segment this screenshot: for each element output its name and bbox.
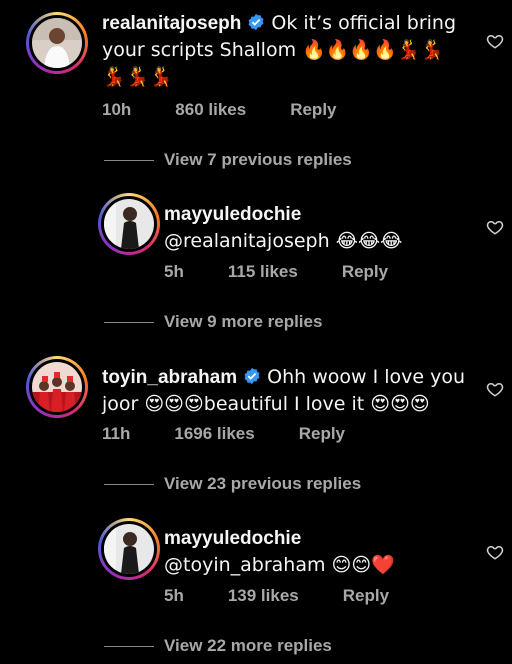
comment-meta: 11h 1696 likes Reply (102, 424, 389, 444)
likes-count[interactable]: 139 likes (228, 586, 299, 606)
reply-button[interactable]: Reply (342, 262, 388, 282)
like-heart-icon[interactable] (486, 380, 504, 398)
likes-count[interactable]: 1696 likes (174, 424, 254, 444)
likes-count[interactable]: 860 likes (175, 100, 246, 120)
view-replies-link[interactable]: View 7 previous replies (104, 150, 352, 170)
comment-time: 5h (164, 586, 184, 605)
comment-text: toyin_abraham Ohh woow I love you joor 😍😍… (102, 364, 482, 418)
avatar[interactable] (98, 193, 160, 255)
comment-time: 5h (164, 262, 184, 281)
like-heart-icon[interactable] (486, 543, 504, 561)
like-heart-icon[interactable] (486, 218, 504, 236)
avatar[interactable] (26, 12, 88, 74)
view-replies-link[interactable]: View 23 previous replies (104, 474, 361, 494)
view-replies-link[interactable]: View 9 more replies (104, 312, 322, 332)
comment-time: 11h (102, 424, 131, 443)
comment-body-line-1: @toyin_abraham 😊😊❤️ (164, 554, 395, 576)
comment-body-line-3: 💃💃💃 (102, 66, 173, 88)
comment-body-line-1: @realanitajoseph 😂😂😂 (164, 230, 403, 252)
reply-button[interactable]: Reply (299, 424, 345, 444)
comment-body-line-1: Ohh woow I love you (267, 366, 466, 388)
comment-time: 10h (102, 100, 132, 119)
divider-line (104, 321, 154, 323)
divider-line (104, 159, 154, 161)
comment-text: mayyuledochie @toyin_abraham 😊😊❤️ (164, 526, 464, 579)
avatar[interactable] (26, 356, 88, 418)
verified-badge-icon (244, 367, 260, 385)
comment-meta: 10h 860 likes Reply (102, 100, 381, 120)
like-heart-icon[interactable] (486, 32, 504, 50)
comment-meta: 5h 115 likes Reply (164, 262, 432, 282)
comment-text: realanitajoseph Ok it’s official bring yo… (102, 10, 482, 91)
username[interactable]: toyin_abraham (102, 367, 237, 388)
reply-button[interactable]: Reply (343, 586, 389, 606)
view-replies-label: View 22 more replies (164, 636, 332, 655)
comment-body-line-2: joor 😍😍😍beautiful I love it 😍😍😍 (102, 393, 430, 415)
comment-body-line-2: your scripts Shallom 🔥🔥🔥🔥💃💃 (102, 39, 445, 61)
view-replies-label: View 9 more replies (164, 312, 323, 331)
username[interactable]: mayyuledochie (164, 528, 301, 549)
verified-badge-icon (248, 13, 264, 31)
comment-body-line-1: Ok it’s official bring (271, 12, 457, 34)
avatar[interactable] (98, 518, 160, 580)
view-replies-label: View 23 previous replies (164, 474, 362, 493)
comment-meta: 5h 139 likes Reply (164, 586, 433, 606)
divider-line (104, 645, 154, 647)
username[interactable]: mayyuledochie (164, 204, 301, 225)
divider-line (104, 483, 154, 485)
view-replies-label: View 7 previous replies (164, 150, 352, 169)
likes-count[interactable]: 115 likes (228, 262, 298, 282)
view-replies-link[interactable]: View 22 more replies (104, 636, 332, 656)
comment-text: mayyuledochie @realanitajoseph 😂😂😂 (164, 202, 464, 255)
username[interactable]: realanitajoseph (102, 13, 241, 34)
reply-button[interactable]: Reply (290, 100, 336, 120)
